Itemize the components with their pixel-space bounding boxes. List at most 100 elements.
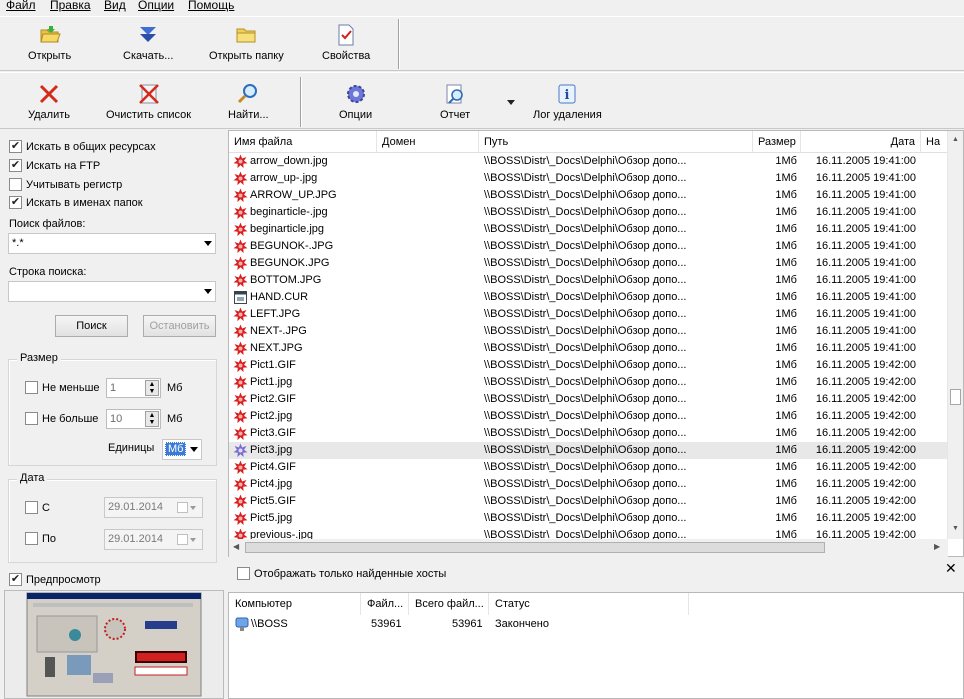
checkbox-case-sensitive[interactable]: Учитывать регистр xyxy=(9,178,122,191)
col-size[interactable]: Размер xyxy=(753,131,801,153)
col-date[interactable]: Дата xyxy=(801,131,921,153)
results-grid: Имя файла Домен Путь Размер Дата На arro… xyxy=(228,130,964,557)
menu-options[interactable]: Опции xyxy=(138,0,174,12)
checkbox-search-shared[interactable]: ✔ Искать в общих ресурсах xyxy=(9,140,156,153)
table-row[interactable]: Pict3.jpg \\BOSS\Distr\_Docs\Delphi\Обзор… xyxy=(229,442,948,459)
table-row[interactable]: BOTTOM.JPG \\BOSS\Distr\_Docs\Delphi\Обзо… xyxy=(229,272,948,289)
toolbar-separator xyxy=(398,19,400,69)
col-file-name[interactable]: Имя файла xyxy=(229,131,377,153)
report-dropdown-arrow-icon[interactable] xyxy=(507,100,515,105)
search-button[interactable]: Поиск xyxy=(55,315,128,337)
checkbox-checked-icon: ✔ xyxy=(9,140,22,153)
table-row[interactable]: arrow_down.jpg \\BOSS\Distr\_Docs\Delphi\… xyxy=(229,153,948,170)
scroll-up-arrow-icon[interactable]: ▲ xyxy=(952,136,959,143)
checkbox-search-folders[interactable]: ✔ Искать в именах папок xyxy=(9,196,143,209)
col-total-files[interactable]: Всего файл... xyxy=(409,593,489,615)
properties-button[interactable]: Свойства xyxy=(322,24,370,62)
image-file-icon xyxy=(233,511,248,526)
image-file-icon xyxy=(233,154,248,169)
table-row[interactable]: NEXT-.JPG \\BOSS\Distr\_Docs\Delphi\Обзор… xyxy=(229,323,948,340)
table-row[interactable]: previous-.jpg \\BOSS\Distr\_Docs\Delphi\О… xyxy=(229,527,948,539)
download-arrow-icon xyxy=(137,24,159,46)
table-row[interactable]: NEXT.JPG \\BOSS\Distr\_Docs\Delphi\Обзор … xyxy=(229,340,948,357)
cell-path: \\BOSS\Distr\_Docs\Delphi\Обзор допо... xyxy=(484,274,687,286)
table-row[interactable]: beginarticle-.jpg \\BOSS\Distr\_Docs\Delp… xyxy=(229,204,948,221)
delete-button[interactable]: Удалить xyxy=(28,83,70,121)
col-status[interactable]: Статус xyxy=(489,593,689,615)
results-horizontal-scrollbar[interactable]: ◀ ▶ xyxy=(229,539,948,557)
search-string-combo[interactable] xyxy=(8,281,216,302)
cell-date: 16.11.2005 19:41:00 xyxy=(815,274,916,286)
close-icon[interactable]: ✕ xyxy=(945,560,957,577)
download-button[interactable]: Скачать... xyxy=(123,24,173,62)
open-button[interactable]: Открыть xyxy=(28,24,71,62)
table-row[interactable]: Pict2.GIF \\BOSS\Distr\_Docs\Delphi\Обзор… xyxy=(229,391,948,408)
col-computer[interactable]: Компьютер xyxy=(229,593,361,615)
cell-size: 1Мб xyxy=(775,427,797,439)
menu-file[interactable]: Файл xyxy=(6,0,36,12)
checkbox-max-size[interactable]: Не больше xyxy=(25,412,98,425)
search-string-label: Строка поиска: xyxy=(9,266,87,278)
cell-size: 1Мб xyxy=(775,410,797,422)
checkbox-min-size[interactable]: Не меньше xyxy=(25,381,100,394)
table-row[interactable]: Pict4.jpg \\BOSS\Distr\_Docs\Delphi\Обзор… xyxy=(229,476,948,493)
checkbox-label: По xyxy=(42,532,57,545)
max-size-spinner[interactable]: 10 ▲ ▼ xyxy=(106,409,161,429)
cell-size: 1Мб xyxy=(775,206,797,218)
scroll-right-arrow-icon[interactable]: ▶ xyxy=(934,542,940,551)
file-mask-combo[interactable]: *.* xyxy=(8,233,216,254)
table-row[interactable]: LEFT.JPG \\BOSS\Distr\_Docs\Delphi\Обзор … xyxy=(229,306,948,323)
scroll-down-arrow-icon[interactable]: ▼ xyxy=(952,525,959,532)
table-row[interactable]: Pict3.GIF \\BOSS\Distr\_Docs\Delphi\Обзор… xyxy=(229,425,948,442)
date-from-picker[interactable]: 29.01.2014 xyxy=(104,497,203,518)
scroll-thumb[interactable] xyxy=(950,389,961,405)
options-button[interactable]: Опции xyxy=(339,83,372,121)
calendar-dropdown-icon[interactable] xyxy=(177,501,199,514)
table-row[interactable]: Pict1.jpg \\BOSS\Distr\_Docs\Delphi\Обзор… xyxy=(229,374,948,391)
table-row[interactable]: HAND.CUR \\BOSS\Distr\_Docs\Delphi\Обзор … xyxy=(229,289,948,306)
chevron-down-icon[interactable] xyxy=(204,241,212,246)
table-row[interactable]: ARROW_UP.JPG \\BOSS\Distr\_Docs\Delphi\Об… xyxy=(229,187,948,204)
table-row[interactable]: Pict5.GIF \\BOSS\Distr\_Docs\Delphi\Обзор… xyxy=(229,493,948,510)
find-button[interactable]: Найти... xyxy=(228,83,269,121)
checkbox-date-to[interactable]: По xyxy=(25,532,56,545)
menu-edit[interactable]: Правка xyxy=(50,0,91,12)
col-extra[interactable]: На xyxy=(921,131,948,153)
scroll-thumb[interactable] xyxy=(245,542,825,553)
menu-help[interactable]: Помощь xyxy=(188,0,234,12)
checkbox-show-found-hosts[interactable]: Отображать только найденные хосты xyxy=(237,567,446,580)
table-row[interactable]: beginarticle.jpg \\BOSS\Distr\_Docs\Delph… xyxy=(229,221,948,238)
delete-log-button[interactable]: i Лог удаления xyxy=(533,83,602,121)
table-row[interactable]: Pict1.GIF \\BOSS\Distr\_Docs\Delphi\Обзор… xyxy=(229,357,948,374)
spin-arrows-icon[interactable]: ▲ ▼ xyxy=(145,411,159,427)
chevron-down-icon[interactable] xyxy=(190,447,198,452)
cell-path: \\BOSS\Distr\_Docs\Delphi\Обзор допо... xyxy=(484,342,687,354)
table-row[interactable]: arrow_up-.jpg \\BOSS\Distr\_Docs\Delphi\О… xyxy=(229,170,948,187)
col-path[interactable]: Путь xyxy=(479,131,753,153)
host-row[interactable]: \\BOSS 53961 53961 Закончено xyxy=(229,615,963,635)
chevron-down-icon[interactable] xyxy=(204,289,212,294)
table-row[interactable]: BEGUNOK-.JPG \\BOSS\Distr\_Docs\Delphi\Об… xyxy=(229,238,948,255)
open-folder-button[interactable]: Открыть папку xyxy=(209,24,284,62)
stop-button[interactable]: Остановить xyxy=(143,315,216,337)
spin-arrows-icon[interactable]: ▲ ▼ xyxy=(145,380,159,396)
checkbox-search-ftp[interactable]: ✔ Искать на FTP xyxy=(9,159,100,172)
checkbox-date-from[interactable]: С xyxy=(25,501,50,514)
units-combo[interactable]: Мб xyxy=(162,439,202,460)
table-row[interactable]: BEGUNOK.JPG \\BOSS\Distr\_Docs\Delphi\Обз… xyxy=(229,255,948,272)
scroll-left-arrow-icon[interactable]: ◀ xyxy=(233,542,239,551)
checkbox-preview[interactable]: ✔ Предпросмотр xyxy=(9,573,101,586)
table-row[interactable]: Pict2.jpg \\BOSS\Distr\_Docs\Delphi\Обзор… xyxy=(229,408,948,425)
table-row[interactable]: Pict4.GIF \\BOSS\Distr\_Docs\Delphi\Обзор… xyxy=(229,459,948,476)
col-domain[interactable]: Домен xyxy=(377,131,479,153)
table-row[interactable]: Pict5.jpg \\BOSS\Distr\_Docs\Delphi\Обзор… xyxy=(229,510,948,527)
menu-view[interactable]: Вид xyxy=(104,0,126,12)
calendar-dropdown-icon[interactable] xyxy=(177,533,199,546)
results-vertical-scrollbar[interactable]: ▲ ▼ xyxy=(947,131,963,539)
date-to-picker[interactable]: 29.01.2014 xyxy=(104,529,203,550)
report-button[interactable]: Отчет xyxy=(440,83,470,121)
col-files[interactable]: Файл... xyxy=(361,593,409,615)
clear-list-button[interactable]: Очистить список xyxy=(106,83,191,121)
cell-file-name: previous-.jpg xyxy=(250,529,313,539)
min-size-spinner[interactable]: 1 ▲ ▼ xyxy=(106,378,161,398)
